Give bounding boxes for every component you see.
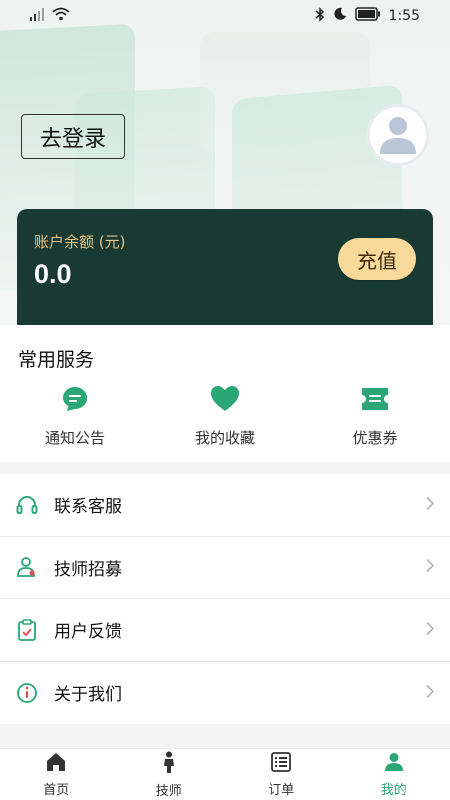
signal-icon (30, 7, 44, 25)
service-coupons[interactable]: 优惠券 (310, 385, 440, 448)
menu-list: 联系客服 技师招募 用户反馈 关于我们 (0, 474, 450, 724)
tab-label: 订单 (268, 782, 295, 798)
service-label: 通知公告 (44, 429, 105, 447)
wifi-icon (52, 7, 70, 25)
service-label: 优惠券 (352, 429, 398, 447)
chevron-right-icon (426, 558, 435, 577)
balance-label: 账户余额 (元) (34, 233, 126, 251)
balance-card: 账户余额 (元) 0.0 充值 (17, 209, 433, 325)
battery-icon (354, 7, 381, 25)
service-notice[interactable]: 通知公告 (10, 385, 140, 448)
menu-item-label: 关于我们 (54, 685, 122, 706)
home-icon (46, 752, 66, 776)
menu-item-label: 技师招募 (54, 559, 122, 580)
tab-label: 首页 (43, 782, 70, 798)
tab-technician[interactable]: 技师 (113, 749, 226, 800)
bottom-tab-bar: 首页 技师 订单 我的 (0, 748, 450, 800)
menu-item-label: 联系客服 (54, 497, 122, 518)
chevron-right-icon (426, 495, 435, 514)
person-icon (162, 751, 176, 777)
service-favorites[interactable]: 我的收藏 (160, 385, 290, 448)
menu-item-user-feedback[interactable]: 用户反馈 (0, 599, 450, 662)
ticket-icon (360, 385, 390, 417)
chat-bubble-icon (61, 385, 89, 417)
menu-item-contact-support[interactable]: 联系客服 (0, 474, 450, 537)
menu-item-technician-recruit[interactable]: 技师招募 (0, 537, 450, 599)
menu-item-about-us[interactable]: 关于我们 (0, 662, 450, 725)
info-icon (16, 682, 38, 704)
login-button[interactable]: 去登录 (21, 114, 125, 159)
list-icon (271, 751, 292, 776)
tab-mine[interactable]: 我的 (338, 749, 450, 800)
chevron-right-icon (426, 620, 435, 639)
heart-icon (210, 385, 240, 417)
bluetooth-icon (315, 6, 325, 26)
section-title: 常用服务 (18, 349, 95, 371)
status-bar: 1:55 (0, 0, 450, 32)
technician-icon (16, 556, 38, 578)
clipboard-icon (16, 618, 38, 641)
recharge-button[interactable]: 充值 (338, 238, 416, 280)
balance-value: 0.0 (34, 259, 72, 289)
profile-icon (384, 752, 404, 776)
status-time: 1:55 (388, 8, 420, 24)
common-services-section: 常用服务 通知公告 我的收藏 优惠券 (0, 325, 450, 462)
tab-home[interactable]: 首页 (0, 749, 113, 800)
tab-label: 我的 (380, 782, 407, 798)
tab-label: 技师 (155, 783, 182, 799)
chevron-right-icon (426, 683, 435, 702)
avatar[interactable] (367, 104, 429, 166)
user-icon (376, 110, 420, 160)
service-label: 我的收藏 (194, 429, 255, 447)
tab-orders[interactable]: 订单 (225, 749, 338, 800)
menu-item-label: 用户反馈 (54, 622, 122, 643)
headset-icon (16, 494, 38, 516)
moon-icon (333, 7, 347, 25)
